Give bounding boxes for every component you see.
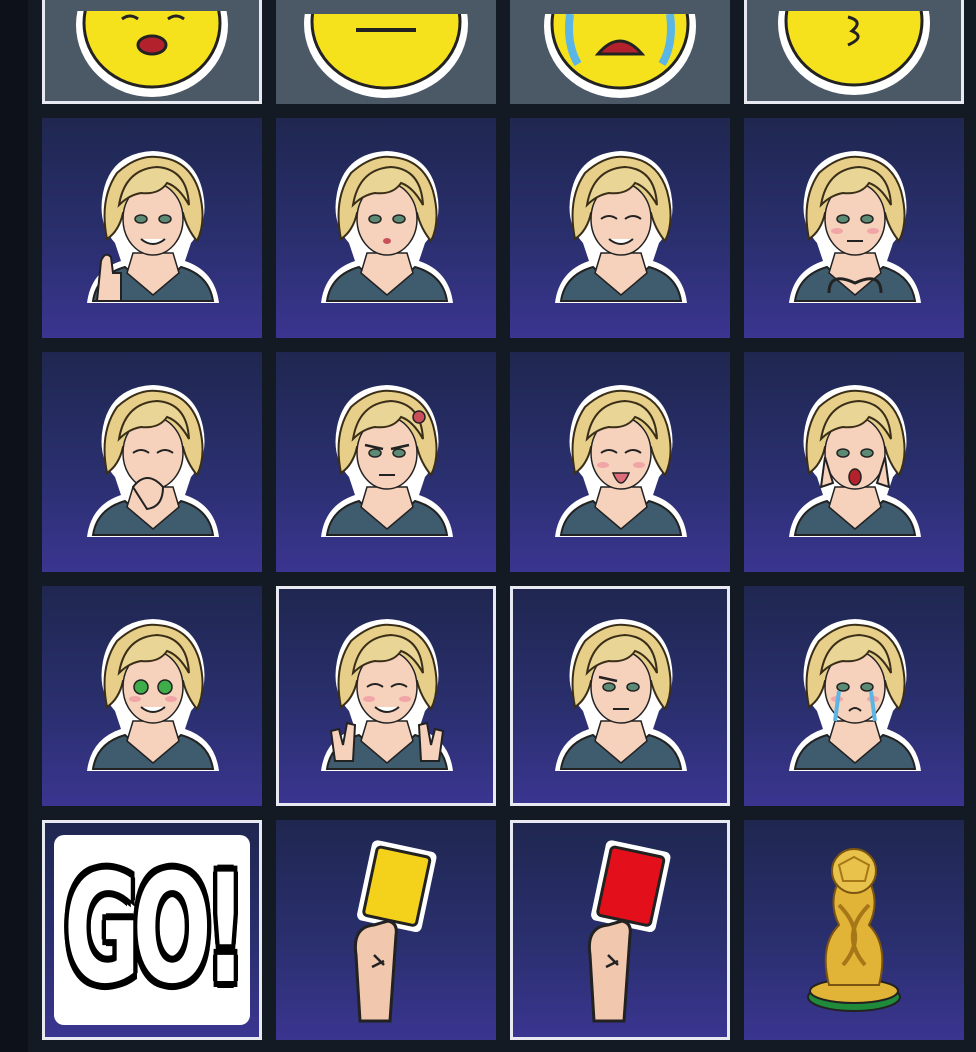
red-card-icon — [587, 840, 671, 1023]
sticker-tile-r3-c2[interactable] — [276, 586, 496, 806]
neutral-face-emoji-icon — [304, 14, 468, 98]
red-card-tile[interactable] — [510, 820, 730, 1040]
go-sticker-icon: GO! — [54, 835, 250, 1025]
girl-skeptical-sticker-icon — [555, 619, 687, 771]
yellow-card-icon — [353, 840, 437, 1023]
sticker-grid: GO! — [42, 0, 964, 1040]
girl-peace-sign-sticker-icon — [321, 619, 453, 771]
yawning-emoji-icon — [76, 11, 228, 97]
sticker-tile-r2-c3[interactable] — [510, 352, 730, 572]
sticker-tile-r1-c1[interactable] — [42, 118, 262, 338]
girl-thumbs-up-sticker-icon — [87, 151, 219, 303]
trophy-icon — [807, 848, 901, 1012]
sticker-tile-r3-c3[interactable] — [510, 586, 730, 806]
girl-angry-sticker-icon — [321, 385, 453, 537]
trophy-tile[interactable] — [744, 820, 964, 1040]
girl-smiling-eyes-closed-sticker-icon — [555, 151, 687, 303]
sticker-tile-r1-c3[interactable] — [510, 118, 730, 338]
yellow-card-tile[interactable] — [276, 820, 496, 1040]
sticker-tile-r3-c1[interactable] — [42, 586, 262, 806]
emoji-tile-neutral[interactable] — [276, 0, 496, 104]
girl-crying-sticker-icon — [789, 619, 921, 771]
emoji-tile-kiss[interactable] — [744, 0, 964, 104]
girl-tongue-out-sticker-icon — [555, 385, 687, 537]
emoji-tile-crying[interactable] — [510, 0, 730, 104]
go-tile[interactable]: GO! — [42, 820, 262, 1040]
sticker-tile-r2-c1[interactable] — [42, 352, 262, 572]
girl-money-eyes-sticker-icon — [87, 619, 219, 771]
emoji-tile-yawning[interactable] — [42, 0, 262, 104]
sticker-tile-r2-c2[interactable] — [276, 352, 496, 572]
girl-pouting-sticker-icon — [321, 151, 453, 303]
sticker-tile-r1-c4[interactable] — [744, 118, 964, 338]
girl-yawning-sticker-icon — [87, 385, 219, 537]
girl-shocked-sticker-icon — [789, 385, 921, 537]
sticker-tile-r1-c2[interactable] — [276, 118, 496, 338]
sticker-tile-r2-c4[interactable] — [744, 352, 964, 572]
go-label: GO! — [64, 843, 247, 1017]
girl-heart-hands-sticker-icon — [789, 151, 921, 303]
crying-emoji-icon — [544, 14, 696, 98]
sticker-tile-r3-c4[interactable] — [744, 586, 964, 806]
left-rail — [0, 0, 28, 1052]
kiss-face-emoji-icon — [778, 11, 930, 95]
